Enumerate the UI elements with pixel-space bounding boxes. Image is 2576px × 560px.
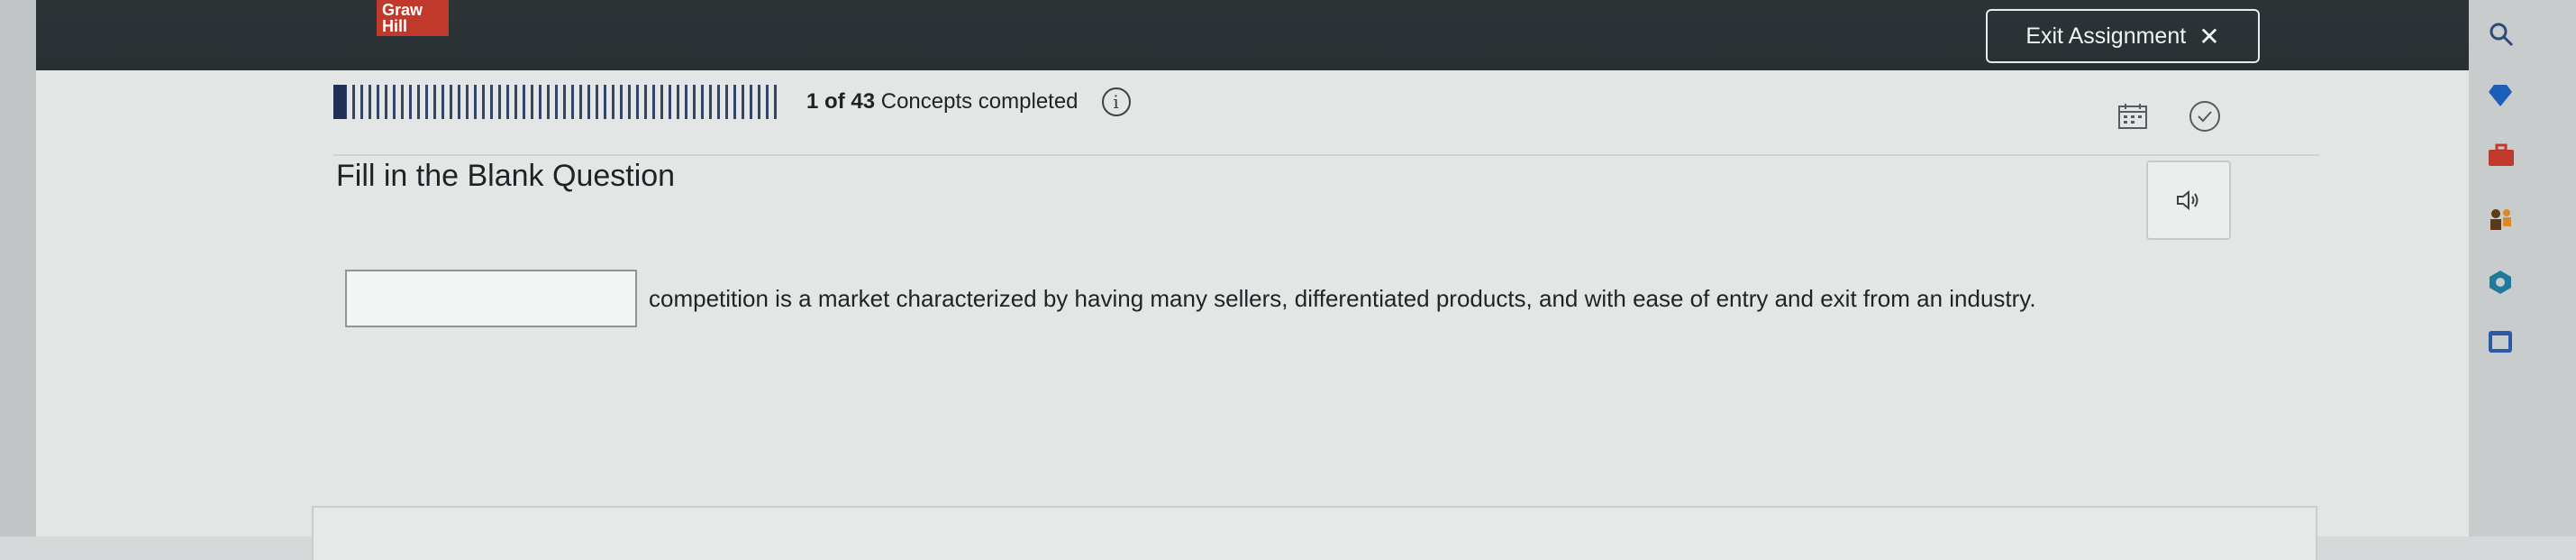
- concepts-progress-bar: [333, 85, 781, 119]
- exit-assignment-button[interactable]: Exit Assignment ✕: [1986, 9, 2260, 63]
- info-icon[interactable]: i: [1101, 87, 1131, 116]
- left-gutter: [0, 0, 36, 537]
- top-bar: Graw Hill Exit Assignment ✕: [36, 0, 2523, 70]
- progress-completed: 1: [806, 89, 819, 114]
- assignment-page: 1 of 43 Concepts completed i Fill in the…: [36, 70, 2469, 560]
- right-sidebar: [2469, 0, 2576, 537]
- progress-of: of: [824, 89, 845, 114]
- progress-label: 1 of 43 Concepts completed: [806, 89, 1079, 115]
- read-aloud-button[interactable]: [2146, 161, 2231, 240]
- divider: [333, 154, 2319, 156]
- close-icon: ✕: [2198, 22, 2220, 50]
- diamond-icon[interactable]: [2487, 83, 2514, 108]
- briefcase-icon[interactable]: [2487, 142, 2516, 168]
- progress-text: Concepts completed: [880, 89, 1079, 114]
- mcgraw-hill-logo: Graw Hill: [377, 0, 449, 36]
- people-icon[interactable]: [2487, 206, 2516, 233]
- exit-assignment-label: Exit Assignment: [2025, 23, 2187, 49]
- progress-fill: [336, 85, 347, 119]
- calendar-icon[interactable]: [2117, 103, 2148, 130]
- progress-total: 43: [851, 89, 876, 114]
- question-text: competition is a market characterized by…: [649, 285, 2036, 312]
- hexagon-icon[interactable]: [2487, 269, 2514, 296]
- window-icon[interactable]: [2487, 328, 2514, 355]
- progress-row: 1 of 43 Concepts completed i: [333, 79, 1131, 124]
- question-title: Fill in the Blank Question: [336, 159, 676, 193]
- answer-panel: [312, 506, 2317, 560]
- search-icon[interactable]: [2487, 20, 2516, 49]
- speaker-icon: [2177, 189, 2198, 211]
- checkmark-circle-icon[interactable]: [2188, 99, 2222, 133]
- fill-in-blank-input[interactable]: [345, 270, 637, 327]
